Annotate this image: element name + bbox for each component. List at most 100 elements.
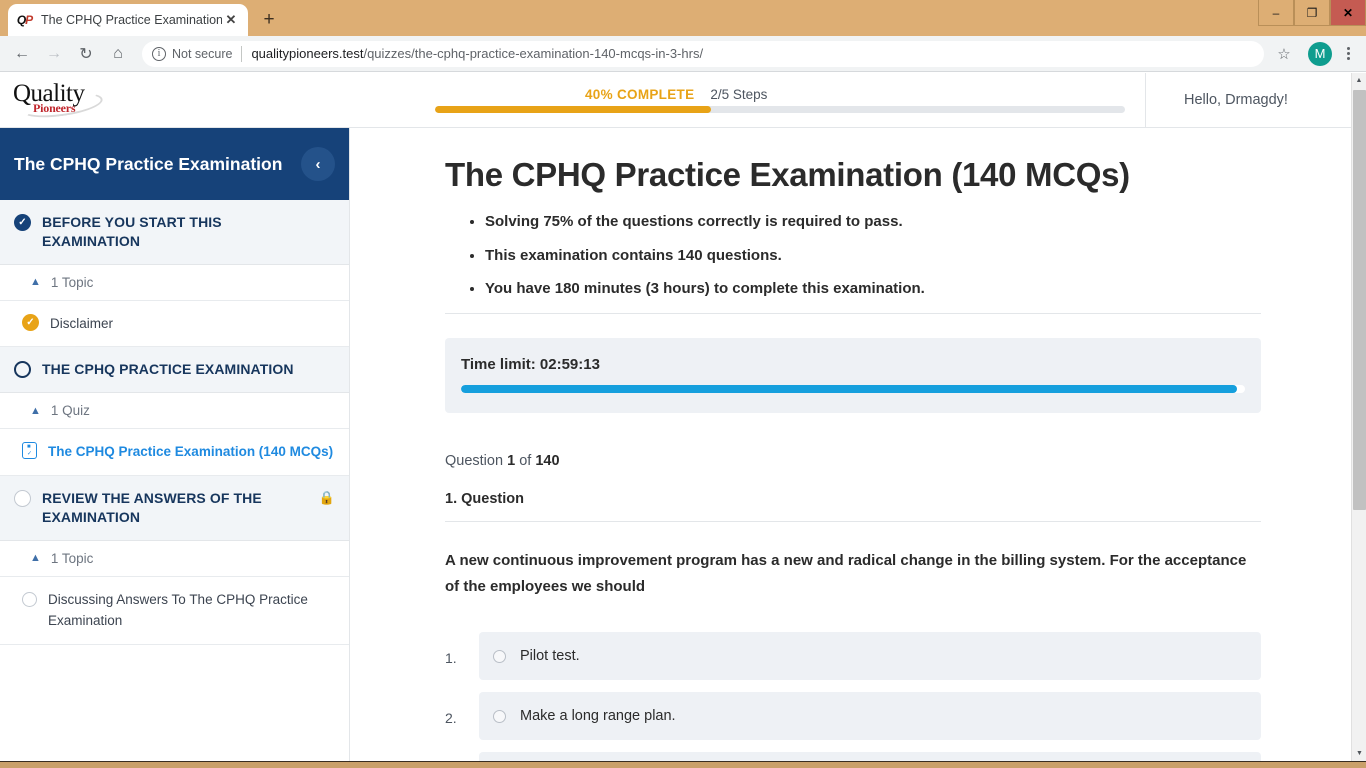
back-icon[interactable]: ←: [8, 40, 36, 68]
new-tab-button[interactable]: +: [254, 5, 284, 35]
url-host: qualitypioneers.test: [251, 46, 363, 61]
circle-outline-icon: [22, 592, 37, 607]
scroll-down-arrow-icon[interactable]: ▼: [1352, 746, 1366, 761]
answer-list: 1. Pilot test. 2. Make a long range plan…: [445, 632, 1261, 761]
sidebar-subheading-label: 1 Topic: [51, 551, 94, 566]
sidebar-item-label: Disclaimer: [50, 313, 113, 335]
intro-point: Solving 75% of the questions correctly i…: [485, 212, 1261, 232]
question-number-label: 1. Question: [445, 491, 1261, 507]
sidebar-section-before-you-start[interactable]: ✓ BEFORE YOU START THIS EXAMINATION: [0, 200, 349, 265]
radio-button-icon[interactable]: [493, 650, 506, 663]
progress-percent-label: 40% COMPLETE: [585, 87, 694, 102]
close-window-button[interactable]: ✕: [1330, 0, 1366, 26]
sidebar-item-label: The CPHQ Practice Examination (140 MCQs): [48, 441, 333, 463]
browser-toolbar: ← → ↻ ⌂ i Not secure qualitypioneers.tes…: [0, 36, 1366, 72]
divider: [445, 521, 1261, 522]
scrollbar-thumb[interactable]: [1353, 90, 1366, 510]
sidebar-item-quiz-active[interactable]: ■✓ The CPHQ Practice Examination (140 MC…: [0, 429, 349, 476]
browser-window: QP The CPHQ Practice Examination ( ✕ + –…: [0, 0, 1366, 768]
sidebar-section-review-answers[interactable]: REVIEW THE ANSWERS OF THE EXAMINATION 🔒: [0, 476, 349, 541]
course-progress: 40% COMPLETE 2/5 Steps: [350, 73, 1146, 128]
browser-titlebar: QP The CPHQ Practice Examination ( ✕ + –…: [0, 0, 1366, 36]
progress-steps-label: 2/5 Steps: [710, 87, 767, 102]
check-circle-icon: ✓: [14, 214, 31, 231]
question-counter-middle: of: [519, 453, 531, 469]
sidebar-subheading-label: 1 Topic: [51, 275, 94, 290]
answer-option[interactable]: 1. Pilot test.: [445, 632, 1261, 680]
chrome-menu-icon[interactable]: [1338, 47, 1358, 60]
page-title: The CPHQ Practice Examination (140 MCQs): [445, 156, 1261, 194]
question-counter-prefix: Question: [445, 453, 503, 469]
sidebar-section-label: THE CPHQ PRACTICE EXAMINATION: [42, 360, 335, 379]
answer-label: Pilot test.: [520, 648, 580, 664]
page-scrollbar[interactable]: ▲ ▼: [1351, 73, 1366, 761]
tab-close-icon[interactable]: ✕: [222, 11, 240, 29]
time-limit-bar-fill: [461, 385, 1237, 393]
sidebar-course-title: The CPHQ Practice Examination: [14, 154, 282, 175]
divider: [241, 46, 242, 62]
answer-number: 1.: [445, 632, 479, 666]
answer-box[interactable]: Make a long range plan.: [479, 692, 1261, 740]
favicon-icon: QP: [16, 12, 33, 29]
chevron-up-icon: ▲: [30, 276, 41, 288]
exam-intro-list: Solving 75% of the questions correctly i…: [445, 212, 1261, 299]
reload-icon[interactable]: ↻: [72, 40, 100, 68]
question-counter: Question 1 of 140: [445, 453, 1261, 469]
circle-outline-icon: [14, 361, 31, 378]
scroll-up-arrow-icon[interactable]: ▲: [1352, 73, 1366, 88]
page-content: Quality Pioneers 40% COMPLETE 2/5 Steps …: [0, 73, 1351, 761]
sidebar-section-label: BEFORE YOU START THIS EXAMINATION: [42, 213, 335, 251]
forward-icon[interactable]: →: [40, 40, 68, 68]
sidebar-item-disclaimer[interactable]: ✓ Disclaimer: [0, 301, 349, 348]
security-status: Not secure: [172, 47, 232, 61]
answer-box[interactable]: Educate medical standards.: [479, 752, 1261, 761]
sidebar-subheading-quiz-1[interactable]: ▲ 1 Quiz: [0, 393, 349, 429]
maximize-button[interactable]: ❐: [1294, 0, 1330, 26]
home-icon[interactable]: ⌂: [104, 40, 132, 68]
sidebar-item-label: Discussing Answers To The CPHQ Practice …: [48, 589, 335, 632]
minimize-button[interactable]: –: [1258, 0, 1294, 26]
intro-point: This examination contains 140 questions.: [485, 246, 1261, 266]
browser-tab[interactable]: QP The CPHQ Practice Examination ( ✕: [8, 4, 248, 36]
answer-option[interactable]: 2. Make a long range plan.: [445, 692, 1261, 740]
info-icon[interactable]: i: [152, 47, 166, 61]
answer-number: 2.: [445, 692, 479, 726]
divider: [445, 313, 1261, 314]
quiz-icon: ■✓: [22, 442, 37, 459]
question-counter-total: 140: [535, 453, 559, 469]
lock-icon: 🔒: [319, 490, 335, 506]
question-text: A new continuous improvement program has…: [445, 548, 1261, 601]
profile-avatar[interactable]: M: [1308, 42, 1332, 66]
answer-number: 3.: [445, 752, 479, 761]
tab-title: The CPHQ Practice Examination (: [41, 13, 222, 27]
sidebar-collapse-button[interactable]: ‹: [301, 147, 335, 181]
sidebar-subheading-topics-2[interactable]: ▲ 1 Topic: [0, 541, 349, 577]
sidebar-subheading-topics-1[interactable]: ▲ 1 Topic: [0, 265, 349, 301]
sidebar-header: The CPHQ Practice Examination ‹: [0, 128, 349, 200]
check-circle-icon: ✓: [22, 314, 39, 331]
time-limit-panel: Time limit: 02:59:13: [445, 338, 1261, 413]
lms-header: Quality Pioneers 40% COMPLETE 2/5 Steps …: [0, 73, 1351, 128]
bookmark-star-icon[interactable]: ☆: [1270, 40, 1298, 68]
quiz-main-content: The CPHQ Practice Examination (140 MCQs)…: [350, 128, 1351, 761]
course-sidebar: The CPHQ Practice Examination ‹ ✓ BEFORE…: [0, 128, 350, 761]
answer-option[interactable]: 3. Educate medical standards.: [445, 752, 1261, 761]
intro-point: You have 180 minutes (3 hours) to comple…: [485, 279, 1261, 299]
chevron-up-icon: ▲: [30, 405, 41, 417]
sidebar-section-label: REVIEW THE ANSWERS OF THE EXAMINATION: [42, 489, 335, 527]
answer-box[interactable]: Pilot test.: [479, 632, 1261, 680]
answer-label: Make a long range plan.: [520, 708, 676, 724]
progress-bar-fill: [435, 106, 711, 113]
sidebar-item-discussing-answers[interactable]: Discussing Answers To The CPHQ Practice …: [0, 577, 349, 645]
user-greeting: Hello, Drmagdy!: [1146, 73, 1351, 128]
site-logo[interactable]: Quality Pioneers: [0, 73, 350, 128]
sidebar-section-the-cphq-practice-examination[interactable]: THE CPHQ PRACTICE EXAMINATION: [0, 347, 349, 393]
address-bar[interactable]: i Not secure qualitypioneers.test/quizze…: [142, 41, 1264, 67]
question-counter-current: 1: [507, 453, 515, 469]
page-viewport: Quality Pioneers 40% COMPLETE 2/5 Steps …: [0, 73, 1366, 761]
url-path: /quizzes/the-cphq-practice-examination-1…: [363, 46, 703, 61]
chevron-up-icon: ▲: [30, 552, 41, 564]
os-taskbar: [0, 761, 1366, 768]
sidebar-subheading-label: 1 Quiz: [51, 403, 90, 418]
radio-button-icon[interactable]: [493, 710, 506, 723]
